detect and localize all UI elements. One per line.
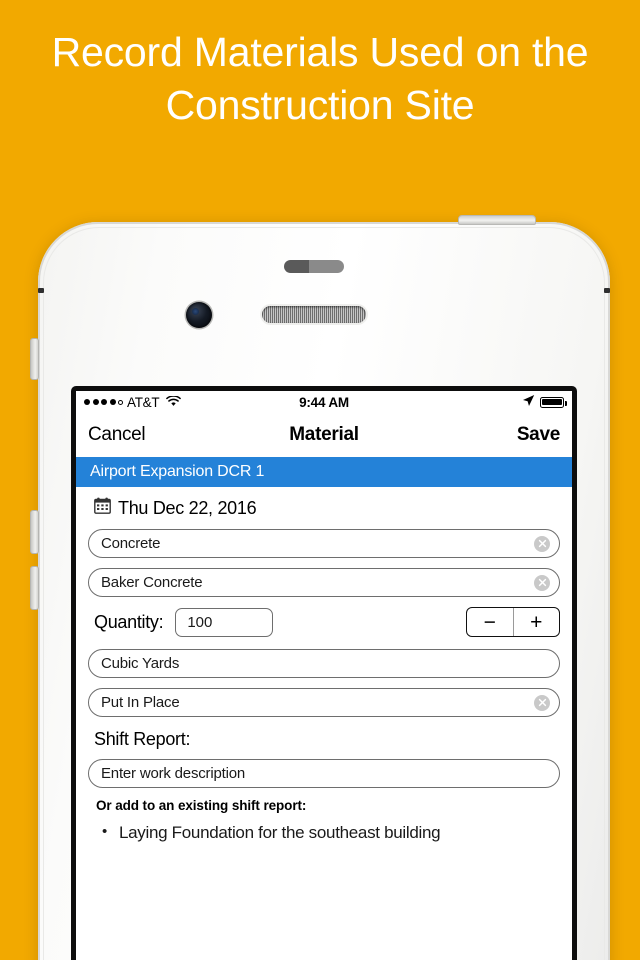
status-bar-right — [522, 394, 567, 410]
clear-icon[interactable] — [534, 694, 550, 711]
power-button[interactable] — [458, 215, 536, 225]
project-banner-label: Airport Expansion DCR 1 — [90, 463, 265, 480]
quantity-value: 100 — [187, 613, 213, 631]
clear-icon[interactable] — [534, 535, 550, 552]
quantity-label: Quantity: — [94, 611, 164, 632]
list-item[interactable]: • Laying Foundation for the southeast bu… — [88, 823, 560, 843]
project-banner[interactable]: Airport Expansion DCR 1 — [76, 457, 572, 487]
quantity-decrement-button[interactable]: − — [467, 608, 514, 636]
location-input-value: Put In Place — [101, 694, 180, 711]
unit-input-value: Cubic Yards — [101, 655, 180, 672]
antenna-band-left — [38, 288, 44, 293]
work-description-value: Enter work description — [101, 765, 245, 782]
unit-input[interactable]: Cubic Yards — [88, 649, 560, 678]
quantity-input[interactable]: 100 — [175, 607, 274, 637]
earpiece-speaker — [262, 306, 366, 323]
iphone-device-mockup: AT&T 9:44 AM Cancel Material Save Airpor… — [30, 215, 610, 960]
navigation-bar: Cancel Material Save — [76, 413, 572, 457]
location-arrow-icon — [522, 394, 535, 410]
list-item-label: Laying Foundation for the southeast buil… — [118, 823, 441, 842]
proximity-sensor — [284, 260, 344, 273]
shift-report-label: Shift Report: — [94, 729, 191, 749]
quantity-row: Quantity: 100 − + — [88, 607, 560, 637]
supplier-input[interactable]: Baker Concrete — [88, 568, 560, 597]
battery-full-icon — [540, 396, 567, 408]
material-form: Thu Dec 22, 2016 Concrete Baker Concrete — [76, 487, 572, 843]
antenna-band-right — [604, 288, 610, 293]
silent-switch[interactable] — [30, 338, 39, 380]
clear-icon[interactable] — [534, 574, 550, 591]
bullet-icon: • — [102, 823, 107, 840]
volume-up-button[interactable] — [30, 510, 39, 554]
status-bar-clock: 9:44 AM — [299, 394, 349, 410]
material-input[interactable]: Concrete — [88, 529, 560, 558]
supplier-input-value: Baker Concrete — [101, 574, 203, 591]
screen-title: Material — [289, 424, 359, 445]
app-screen: AT&T 9:44 AM Cancel Material Save Airpor… — [76, 391, 572, 960]
save-button[interactable]: Save — [517, 424, 560, 446]
date-value: Thu Dec 22, 2016 — [118, 497, 257, 518]
date-row[interactable]: Thu Dec 22, 2016 — [88, 487, 560, 529]
status-bar: AT&T 9:44 AM — [76, 391, 572, 413]
existing-shift-report-label: Or add to an existing shift report: — [96, 798, 307, 813]
screen-bezel: AT&T 9:44 AM Cancel Material Save Airpor… — [71, 386, 577, 960]
front-camera-icon — [186, 302, 212, 328]
page-title: Record Materials Used on the Constructio… — [51, 29, 589, 128]
location-input[interactable]: Put In Place — [88, 688, 560, 717]
material-input-value: Concrete — [101, 535, 161, 552]
quantity-increment-button[interactable]: + — [514, 608, 560, 636]
quantity-stepper[interactable]: − + — [466, 607, 560, 637]
calendar-icon — [94, 497, 111, 519]
volume-down-button[interactable] — [30, 566, 39, 610]
work-description-input[interactable]: Enter work description — [88, 759, 560, 788]
